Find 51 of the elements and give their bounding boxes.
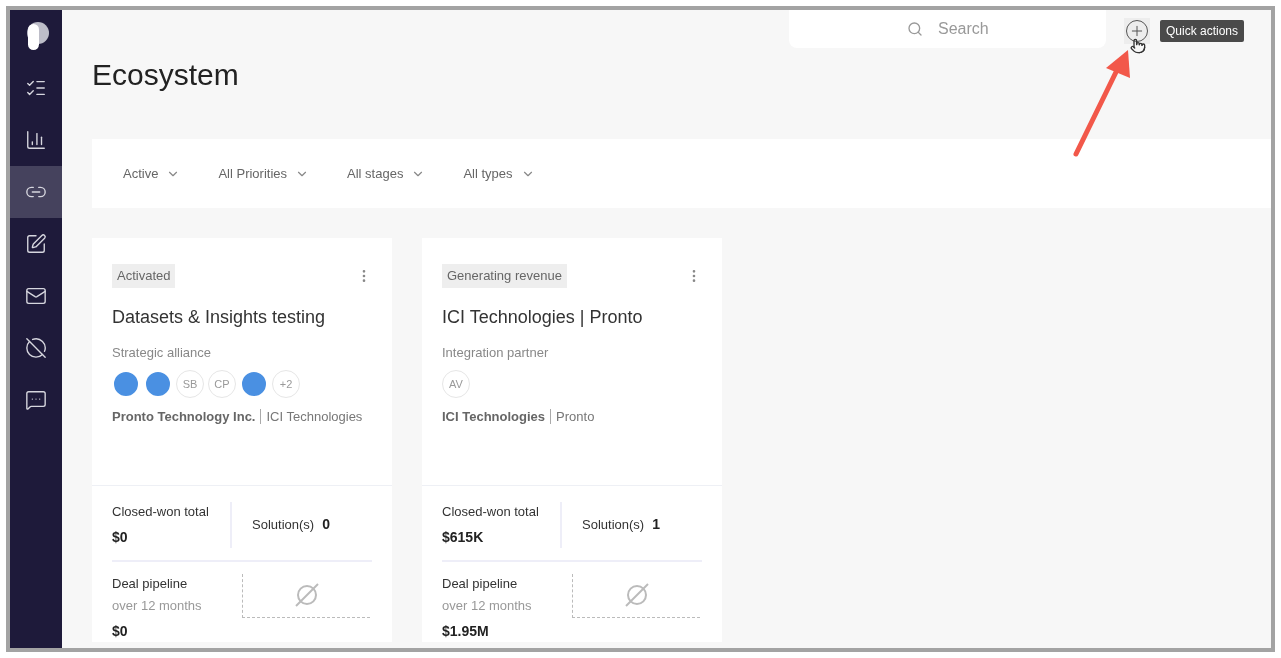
card-title: Datasets & Insights testing	[112, 305, 327, 329]
stat-value: 1	[652, 515, 660, 535]
stat-label: Closed-won total	[442, 503, 540, 521]
filter-dropdown[interactable]: All stages	[347, 163, 426, 184]
stat-label: Deal pipeline	[442, 574, 519, 593]
card-title: ICI Technologies | Pronto	[442, 305, 644, 329]
status-tag: Generating revenue	[442, 264, 567, 288]
partnership-card[interactable]: Activated Datasets & Insights testing Strategic alliance SB CP +2 Pronto Technology Inc. ICI Technologies Closed-won total $0 Solution(s) 0 Deal pipeline over 12 months $0	[92, 238, 392, 642]
status-tag: Activated	[112, 264, 176, 288]
page-title: Ecosystem	[92, 60, 240, 90]
stat-value: $0	[112, 621, 129, 641]
tooltip: Quick actions	[1160, 20, 1245, 42]
hand-cursor-icon	[1130, 38, 1146, 54]
stat-label: Closed-won total	[112, 503, 210, 521]
stat-period: over 12 months	[442, 597, 533, 615]
partner-org: Pronto	[556, 408, 595, 426]
search-icon	[907, 21, 923, 37]
empty-set-icon	[623, 582, 650, 608]
filter-dropdown[interactable]: All Priorities	[218, 163, 310, 184]
stat-label: Solution(s)	[582, 516, 645, 534]
crossed-circle-icon	[25, 337, 47, 359]
stat-value: $615K	[442, 527, 485, 547]
avatar-initials: SB	[176, 370, 204, 398]
avatar-photo	[240, 370, 268, 398]
stat-label: Deal pipeline	[112, 574, 189, 593]
plus-icon	[1129, 23, 1145, 39]
more-icon	[25, 389, 47, 411]
edit-icon	[25, 233, 47, 255]
stat-period: over 12 months	[112, 597, 203, 615]
mail-icon	[25, 285, 47, 307]
stat-value: 0	[322, 515, 330, 535]
partner-org: ICI Technologies	[442, 408, 546, 426]
avatar-photo	[144, 370, 172, 398]
partner-org: Pronto Technology Inc.	[112, 408, 256, 426]
avatar-initials: +2	[272, 370, 300, 398]
filter-dropdown[interactable]: Active	[123, 163, 181, 184]
empty-set-icon	[293, 582, 320, 608]
partnership-type: Strategic alliance	[112, 343, 212, 362]
filter-dropdown[interactable]: All types	[463, 163, 535, 184]
search-field[interactable]: Search	[789, 10, 1106, 48]
stat-value: $1.95M	[442, 621, 490, 641]
partnership-type: Integration partner	[442, 343, 550, 362]
partner-org: ICI Technologies	[266, 408, 363, 426]
quick-actions-button[interactable]	[1124, 18, 1150, 44]
partnership-card[interactable]: Generating revenue ICI Technologies | Pronto Integration partner AV ICI Technologies Pronto Closed-won total $615K Solution(s) 1 Deal pipeline over 12 months $1.95M	[422, 238, 722, 642]
avatar-initials: CP	[208, 370, 236, 398]
avatar-photo	[112, 370, 140, 398]
avatar-initials: AV	[442, 370, 470, 398]
stat-label: Solution(s)	[252, 516, 315, 534]
stat-value: $0	[112, 527, 129, 547]
bar-chart-icon	[25, 129, 47, 151]
